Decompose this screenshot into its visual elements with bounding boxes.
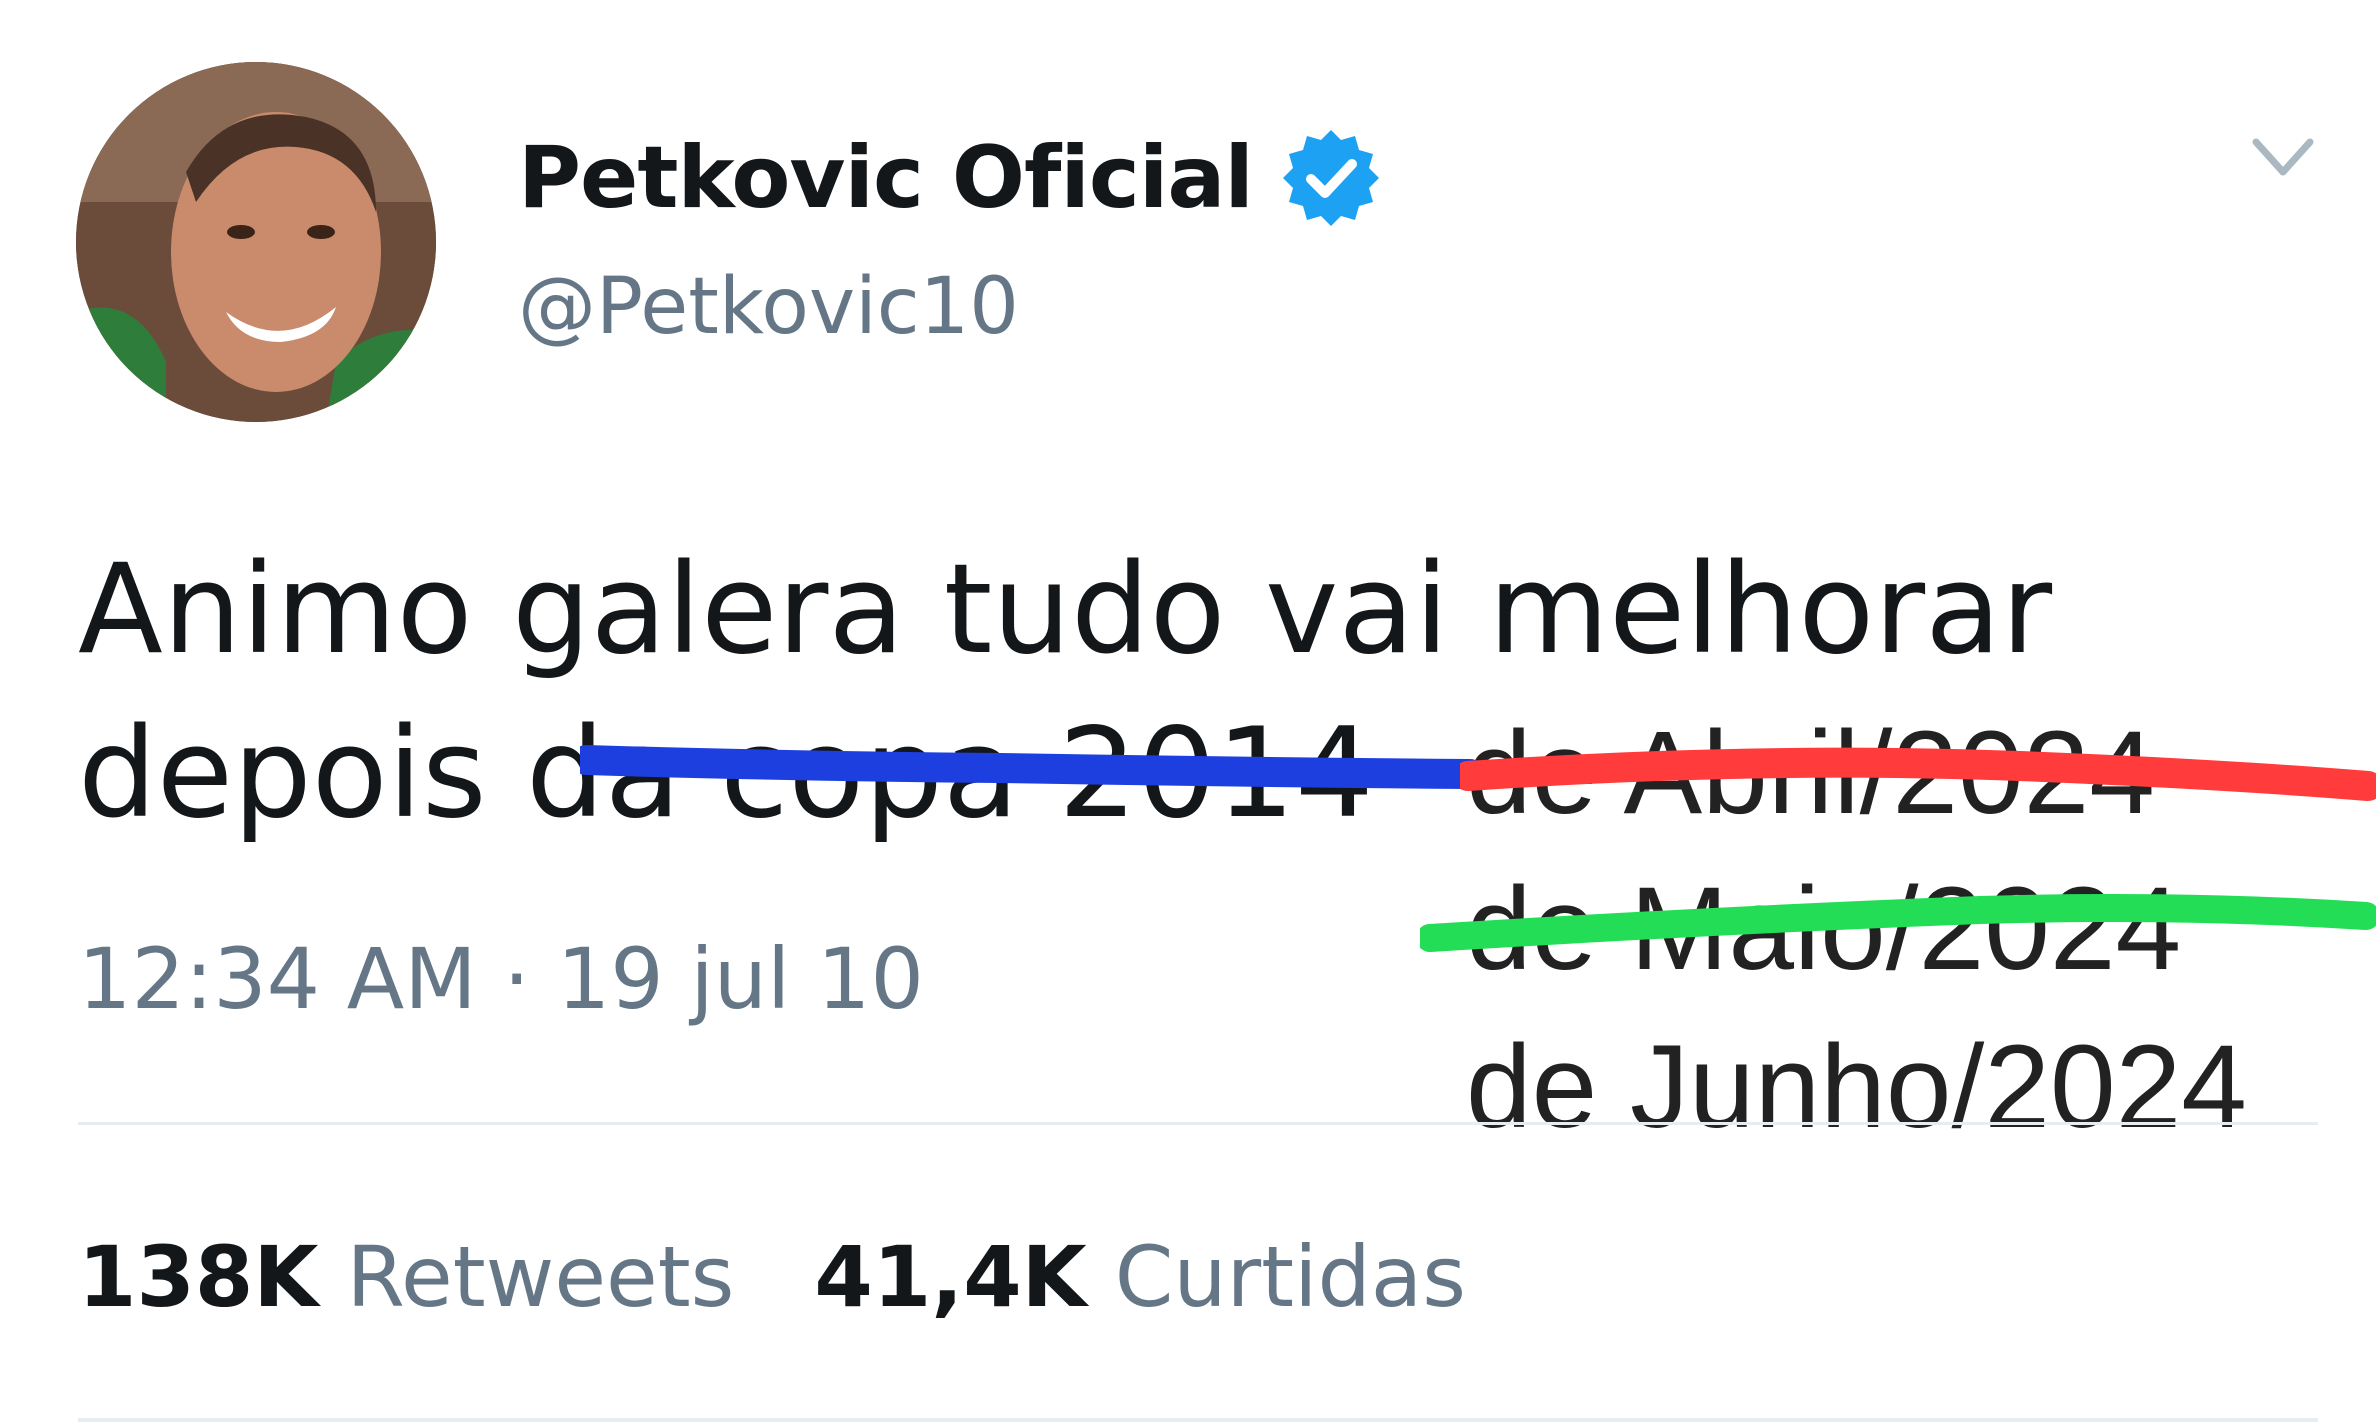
retweets-count: 138K	[78, 1228, 319, 1326]
edit-abril: de Abril/2024	[1466, 707, 2155, 839]
edit-maio: de Maio/2024	[1466, 863, 2182, 995]
author-header: Petkovic Oficial	[518, 118, 1383, 238]
avatar-photo	[76, 62, 436, 422]
author-handle[interactable]: @Petkovic10	[518, 262, 1019, 352]
chevron-down-icon[interactable]	[2250, 132, 2316, 184]
retweets-stat[interactable]: 138K Retweets	[78, 1228, 734, 1326]
likes-label: Curtidas	[1114, 1228, 1467, 1326]
likes-count: 41,4K	[814, 1228, 1087, 1326]
likes-stat[interactable]: 41,4K Curtidas	[814, 1228, 1466, 1326]
tweet-stats: 138K Retweets 41,4K Curtidas	[78, 1228, 1466, 1326]
edit-junho: de Junho/2024	[1466, 1021, 2247, 1153]
avatar[interactable]	[76, 62, 436, 422]
display-name[interactable]: Petkovic Oficial	[518, 128, 1254, 228]
tweet-text-line-1: Animo galera tudo vai melhorar	[78, 538, 2053, 682]
divider	[78, 1122, 2318, 1125]
retweets-label: Retweets	[346, 1228, 735, 1326]
divider-bottom	[78, 1418, 2318, 1422]
tweet-timestamp[interactable]: 12:34 AM · 19 jul 10	[78, 930, 924, 1028]
verified-badge-icon	[1279, 126, 1383, 230]
